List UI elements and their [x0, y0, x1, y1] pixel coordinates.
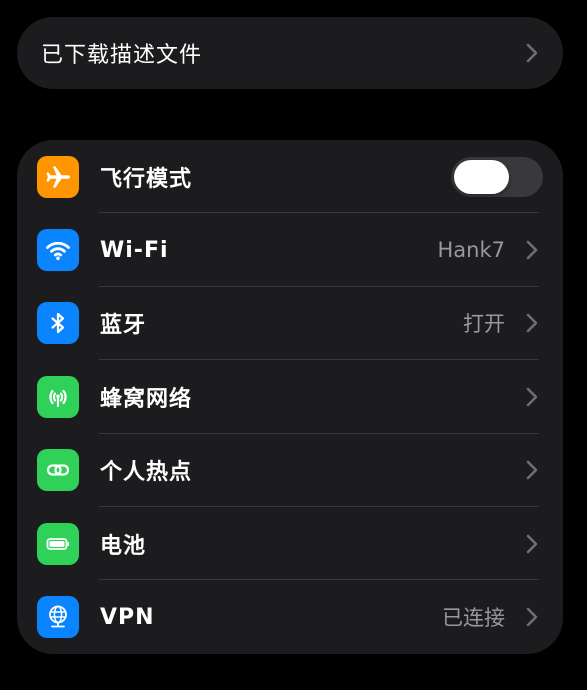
settings-row-battery[interactable]: 电池 — [17, 507, 563, 581]
profiles-group: 已下载描述文件 — [17, 17, 563, 89]
bluetooth-status: 打开 — [463, 312, 505, 337]
downloaded-profiles-row[interactable]: 已下载描述文件 — [17, 17, 563, 89]
settings-row-personal-hotspot[interactable]: 个人热点 — [17, 434, 563, 507]
hotspot-link-icon — [37, 449, 79, 492]
cellular-antenna-icon — [37, 375, 79, 418]
bluetooth-label: 蓝牙 — [100, 313, 147, 339]
bluetooth-icon — [37, 302, 79, 345]
connectivity-settings-group: 飞行模式 Wi-Fi Hank7 蓝牙 打开 蜂窝网络 个人热点 电池 VPN … — [17, 140, 563, 654]
wifi-network-name: Hank7 — [437, 238, 506, 263]
vpn-label: VPN — [100, 604, 155, 630]
cellular-label: 蜂窝网络 — [100, 386, 193, 412]
settings-row-bluetooth[interactable]: 蓝牙 打开 — [17, 287, 563, 361]
wifi-label: Wi-Fi — [100, 237, 169, 263]
chevron-right-icon — [525, 42, 539, 64]
settings-row-wifi[interactable]: Wi-Fi Hank7 — [17, 213, 563, 287]
wifi-icon — [37, 229, 79, 272]
chevron-right-icon — [525, 386, 539, 408]
chevron-right-icon — [525, 533, 539, 555]
personal-hotspot-label: 个人热点 — [100, 460, 193, 486]
chevron-right-icon — [525, 606, 539, 628]
battery-icon — [37, 522, 79, 565]
battery-label: 电池 — [100, 533, 147, 559]
vpn-status: 已连接 — [442, 606, 505, 631]
settings-row-cellular[interactable]: 蜂窝网络 — [17, 360, 563, 434]
settings-row-vpn[interactable]: VPN 已连接 — [17, 580, 563, 653]
toggle-knob — [454, 159, 509, 194]
chevron-right-icon — [525, 459, 539, 481]
downloaded-profiles-label: 已下载描述文件 — [41, 43, 203, 68]
airplane-icon — [37, 155, 79, 198]
chevron-right-icon — [525, 312, 539, 334]
settings-row-airplane-mode: 飞行模式 — [17, 140, 563, 214]
chevron-right-icon — [525, 239, 539, 261]
airplane-mode-label: 飞行模式 — [100, 166, 193, 192]
airplane-mode-toggle[interactable] — [451, 156, 543, 197]
vpn-globe-icon — [37, 596, 79, 639]
